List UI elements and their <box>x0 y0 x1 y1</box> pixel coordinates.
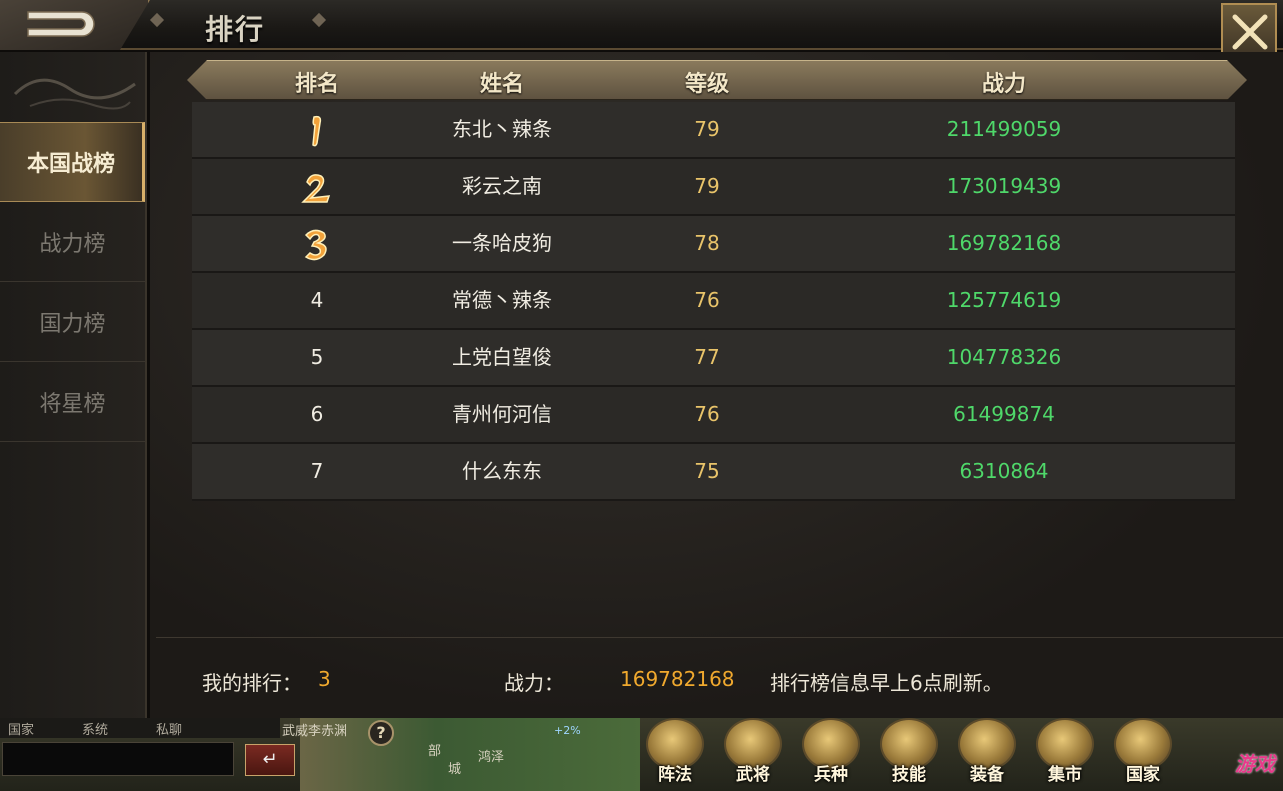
rank-cell: 7 <box>310 459 324 483</box>
buff-badge: +2% <box>554 724 581 737</box>
title-ornament <box>149 12 165 28</box>
menu-label: 兵种 <box>814 765 848 785</box>
player-level: 76 <box>694 288 720 312</box>
scene-label: 鸿泽 <box>478 750 505 765</box>
my-rank-value: 3 <box>318 667 331 691</box>
ranking-table: 东北丶辣条 79 211499059 彩云之南 79 173019439 一条哈… <box>192 102 1235 501</box>
chat-tabs: 国家 系统 私聊 <box>0 718 280 738</box>
rank-cell: 5 <box>310 345 324 369</box>
player-power: 173019439 <box>946 174 1062 198</box>
game-bottom-bar: 国家 系统 私聊 ↵ 武威李赤渊 +2% 部 城 鸿泽 ? 阵法 武将 兵种 技… <box>0 718 1283 791</box>
player-power: 211499059 <box>946 117 1062 141</box>
player-power: 104778326 <box>946 345 1062 369</box>
sidebar-item-nation-power[interactable]: 国力榜 <box>0 282 145 362</box>
menu-market-button[interactable]: 集市 <box>1030 718 1100 791</box>
table-row[interactable]: 东北丶辣条 79 211499059 <box>192 102 1235 159</box>
sidebar-item-power[interactable]: 战力榜 <box>0 202 145 282</box>
cloud-ornament-icon <box>13 78 136 110</box>
back-button[interactable] <box>0 0 150 50</box>
chat-tab-private[interactable]: 私聊 <box>156 719 182 738</box>
rank-gold-1-icon <box>312 115 322 146</box>
player-name: 一条哈皮狗 <box>452 231 552 255</box>
column-header-name: 姓名 <box>479 72 525 97</box>
player-level: 75 <box>694 459 720 483</box>
player-power: 169782168 <box>946 231 1062 255</box>
player-name: 上党白望俊 <box>452 345 552 369</box>
enter-icon: ↵ <box>262 749 278 770</box>
rank-gold-2-icon <box>301 173 331 203</box>
player-power: 61499874 <box>953 402 1055 426</box>
table-row[interactable]: 彩云之南 79 173019439 <box>192 159 1235 216</box>
chat-tab-system[interactable]: 系统 <box>82 719 108 738</box>
page-title: 排行 <box>205 13 266 46</box>
refresh-note: 排行榜信息早上6点刷新。 <box>770 671 1003 695</box>
my-rank-label: 我的排行： <box>202 671 302 695</box>
table-row[interactable]: 7 什么东东 75 6310864 <box>192 444 1235 501</box>
player-level: 79 <box>694 174 720 198</box>
menu-label: 技能 <box>892 765 926 785</box>
menu-troops-button[interactable]: 兵种 <box>796 718 866 791</box>
player-level: 79 <box>694 117 720 141</box>
player-level: 77 <box>694 345 720 369</box>
title-ornament <box>311 12 327 28</box>
column-header-rank: 排名 <box>294 72 340 97</box>
rank-cell: 6 <box>310 402 324 426</box>
table-row[interactable]: 一条哈皮狗 78 169782168 <box>192 216 1235 273</box>
player-power: 6310864 <box>959 459 1049 483</box>
menu-nation-button[interactable]: 国家 <box>1108 718 1178 791</box>
menu-equipment-button[interactable]: 装备 <box>952 718 1022 791</box>
scene-player-name: 武威李赤渊 <box>282 724 348 739</box>
chat-tab-nation[interactable]: 国家 <box>8 719 34 738</box>
rank-cell: 4 <box>310 288 324 312</box>
rank-cell <box>300 216 334 271</box>
scene-label: 城 <box>448 762 462 777</box>
close-x-icon <box>1232 14 1268 50</box>
scene-label: 部 <box>428 744 442 759</box>
sidebar-item-general-stars[interactable]: 将星榜 <box>0 362 145 442</box>
player-name: 东北丶辣条 <box>452 117 552 141</box>
my-power-label: 战力： <box>504 671 564 695</box>
ranking-panel: 排名 姓名 等级 战力 东北丶辣条 79 211499059 彩云之南 79 1… <box>150 52 1283 718</box>
scene-strip: 武威李赤渊 +2% 部 城 鸿泽 <box>282 718 640 791</box>
help-icon[interactable]: ? <box>368 720 394 746</box>
table-row[interactable]: 6 青州何河信 76 61499874 <box>192 387 1235 444</box>
menu-label: 集市 <box>1048 765 1082 785</box>
menu-label: 武将 <box>736 765 770 785</box>
table-row[interactable]: 4 常德丶辣条 76 125774619 <box>192 273 1235 330</box>
column-header-level: 等级 <box>684 72 730 97</box>
table-row[interactable]: 5 上党白望俊 77 104778326 <box>192 330 1235 387</box>
divider <box>156 637 1283 638</box>
rank-gold-3-icon <box>304 229 327 260</box>
player-name: 彩云之南 <box>462 174 542 198</box>
player-name: 什么东东 <box>462 459 542 483</box>
menu-label: 装备 <box>970 765 1004 785</box>
player-power: 125774619 <box>946 288 1062 312</box>
column-header-power: 战力 <box>981 72 1027 97</box>
player-name: 常德丶辣条 <box>452 288 552 312</box>
menu-label: 阵法 <box>658 765 692 785</box>
chat-input[interactable] <box>2 742 234 776</box>
site-watermark: 游戏 <box>1235 752 1275 776</box>
menu-label: 国家 <box>1126 765 1160 785</box>
top-bar: 排行 <box>0 0 1283 63</box>
player-name: 青州何河信 <box>452 402 552 426</box>
menu-skills-button[interactable]: 技能 <box>874 718 944 791</box>
back-arrow-icon <box>27 11 95 37</box>
rank-cell <box>302 102 332 157</box>
sidebar-item-national-battle[interactable]: 本国战榜 <box>0 122 145 202</box>
my-power-value: 169782168 <box>620 667 735 691</box>
player-level: 76 <box>694 402 720 426</box>
send-button[interactable]: ↵ <box>245 744 295 776</box>
player-level: 78 <box>694 231 720 255</box>
menu-generals-button[interactable]: 武将 <box>718 718 788 791</box>
menu-formation-button[interactable]: 阵法 <box>640 718 710 791</box>
rank-cell <box>299 159 335 214</box>
ranking-sidebar: 本国战榜 战力榜 国力榜 将星榜 <box>0 52 147 718</box>
